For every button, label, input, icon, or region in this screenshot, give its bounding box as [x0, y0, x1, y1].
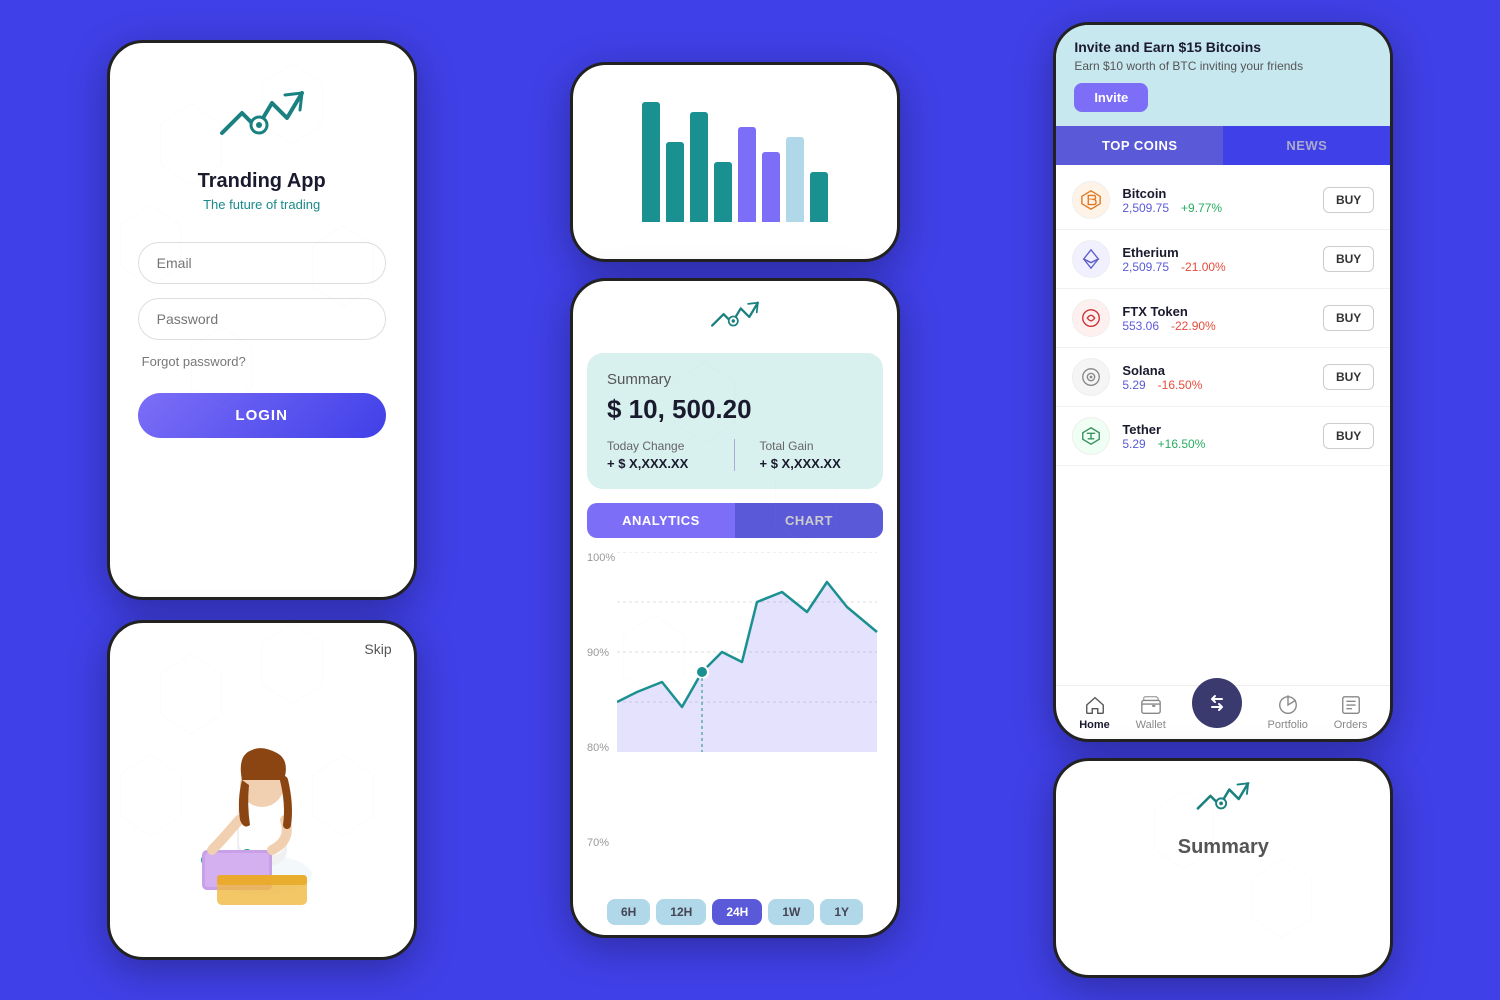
- etherium-price: 2,509.75: [1122, 260, 1169, 274]
- illustration-phone: Skip: [107, 620, 417, 960]
- bitcoin-change: +9.77%: [1181, 201, 1222, 215]
- tether-icon: [1080, 425, 1102, 447]
- nav-orders-label: Orders: [1334, 719, 1368, 731]
- tether-price: 5.29: [1122, 437, 1145, 451]
- etherium-buy-button[interactable]: BUY: [1323, 246, 1374, 272]
- nav-portfolio[interactable]: Portfolio: [1268, 694, 1308, 731]
- bitcoin-buy-button[interactable]: BUY: [1323, 187, 1374, 213]
- bitcoin-price: 2,509.75: [1122, 201, 1169, 215]
- chart-bar: [714, 162, 732, 222]
- chart-bar: [786, 137, 804, 222]
- solana-info: Solana 5.29 -16.50%: [1122, 363, 1323, 392]
- tether-icon-wrap: [1072, 417, 1110, 455]
- swap-icon: [1205, 691, 1229, 715]
- coin-row-bitcoin: Bitcoin 2,509.75 +9.77% BUY: [1056, 171, 1390, 230]
- ftx-buy-button[interactable]: BUY: [1323, 305, 1374, 331]
- nav-home-label: Home: [1079, 719, 1110, 731]
- skip-button[interactable]: Skip: [364, 641, 391, 657]
- chart-area: 100% 90% 80% 70%: [573, 552, 897, 889]
- coin-list: Bitcoin 2,509.75 +9.77% BUY: [1056, 165, 1390, 685]
- tab-top-coins[interactable]: TOP COINS: [1056, 126, 1223, 165]
- summary-partial-phone: Summary: [1053, 758, 1393, 978]
- chart-bar: [762, 152, 780, 222]
- middle-column: Summary $ 10, 500.20 Today Change + $ X,…: [570, 62, 900, 938]
- tether-name: Tether: [1122, 422, 1323, 437]
- invite-subtitle: Earn $10 worth of BTC inviting your frie…: [1074, 59, 1372, 73]
- bar-chart-preview: [632, 92, 838, 232]
- analytics-phone: Summary $ 10, 500.20 Today Change + $ X,…: [570, 278, 900, 938]
- solana-icon-wrap: [1072, 358, 1110, 396]
- chart-label-90: 90%: [587, 647, 615, 659]
- solana-price: 5.29: [1122, 378, 1145, 392]
- coin-row-solana: Solana 5.29 -16.50% BUY: [1056, 348, 1390, 407]
- bitcoin-icon-wrap: [1072, 181, 1110, 219]
- chart-bar: [690, 112, 708, 222]
- nav-wallet-label: Wallet: [1136, 719, 1166, 731]
- solana-buy-button[interactable]: BUY: [1323, 364, 1374, 390]
- etherium-icon-wrap: [1072, 240, 1110, 278]
- nav-wallet[interactable]: Wallet: [1136, 694, 1166, 731]
- ftx-icon-wrap: [1072, 299, 1110, 337]
- bitcoin-name: Bitcoin: [1122, 186, 1323, 201]
- scene: Tranding App The future of trading Forgo…: [0, 0, 1500, 1000]
- crypto-phone: Invite and Earn $15 Bitcoins Earn $10 wo…: [1053, 22, 1393, 742]
- solana-icon: [1080, 366, 1102, 388]
- etherium-name: Etherium: [1122, 245, 1323, 260]
- nav-home[interactable]: Home: [1079, 694, 1110, 731]
- chart-y-labels: 100% 90% 80% 70%: [587, 552, 615, 849]
- swap-button[interactable]: [1192, 678, 1242, 728]
- home-icon: [1084, 694, 1106, 716]
- chart-preview-phone: [570, 62, 900, 262]
- coins-tab-bar: TOP COINS NEWS: [1056, 126, 1390, 165]
- nav-portfolio-label: Portfolio: [1268, 719, 1308, 731]
- wallet-icon: [1140, 694, 1162, 716]
- ftx-name: FTX Token: [1122, 304, 1323, 319]
- chart-bar: [642, 102, 660, 222]
- ftx-price: 553.06: [1122, 319, 1159, 333]
- invite-button[interactable]: Invite: [1074, 83, 1148, 112]
- etherium-icon: [1080, 248, 1102, 270]
- bitcoin-icon: [1080, 189, 1102, 211]
- chart-label-100: 100%: [587, 552, 615, 564]
- tether-info: Tether 5.29 +16.50%: [1122, 422, 1323, 451]
- chart-bar: [666, 142, 684, 222]
- orders-icon: [1340, 694, 1362, 716]
- nav-swap[interactable]: [1192, 698, 1242, 728]
- etherium-change: -21.00%: [1181, 260, 1226, 274]
- invite-banner: Invite and Earn $15 Bitcoins Earn $10 wo…: [1056, 25, 1390, 126]
- bitcoin-info: Bitcoin 2,509.75 +9.77%: [1122, 186, 1323, 215]
- solana-name: Solana: [1122, 363, 1323, 378]
- line-chart: [617, 552, 897, 752]
- coin-row-ftx: FTX Token 553.06 -22.90% BUY: [1056, 289, 1390, 348]
- bottom-nav: Home Wallet: [1056, 685, 1390, 739]
- chart-bar: [810, 172, 828, 222]
- ftx-change: -22.90%: [1171, 319, 1216, 333]
- nav-orders[interactable]: Orders: [1334, 694, 1368, 731]
- portfolio-icon: [1277, 694, 1299, 716]
- tab-news[interactable]: NEWS: [1223, 126, 1390, 165]
- chart-label-70: 70%: [587, 837, 615, 849]
- coin-row-tether: Tether 5.29 +16.50% BUY: [1056, 407, 1390, 466]
- etherium-info: Etherium 2,509.75 -21.00%: [1122, 245, 1323, 274]
- login-phone: Tranding App The future of trading Forgo…: [107, 40, 417, 600]
- invite-title: Invite and Earn $15 Bitcoins: [1074, 39, 1372, 55]
- tether-buy-button[interactable]: BUY: [1323, 423, 1374, 449]
- ftx-icon: [1080, 307, 1102, 329]
- left-column: Tranding App The future of trading Forgo…: [107, 40, 417, 960]
- right-column: Invite and Earn $15 Bitcoins Earn $10 wo…: [1053, 22, 1393, 978]
- coin-row-etherium: Etherium 2,509.75 -21.00% BUY: [1056, 230, 1390, 289]
- chart-bar: [738, 127, 756, 222]
- ftx-info: FTX Token 553.06 -22.90%: [1122, 304, 1323, 333]
- tether-change: +16.50%: [1158, 437, 1206, 451]
- chart-label-80: 80%: [587, 742, 615, 754]
- solana-change: -16.50%: [1158, 378, 1203, 392]
